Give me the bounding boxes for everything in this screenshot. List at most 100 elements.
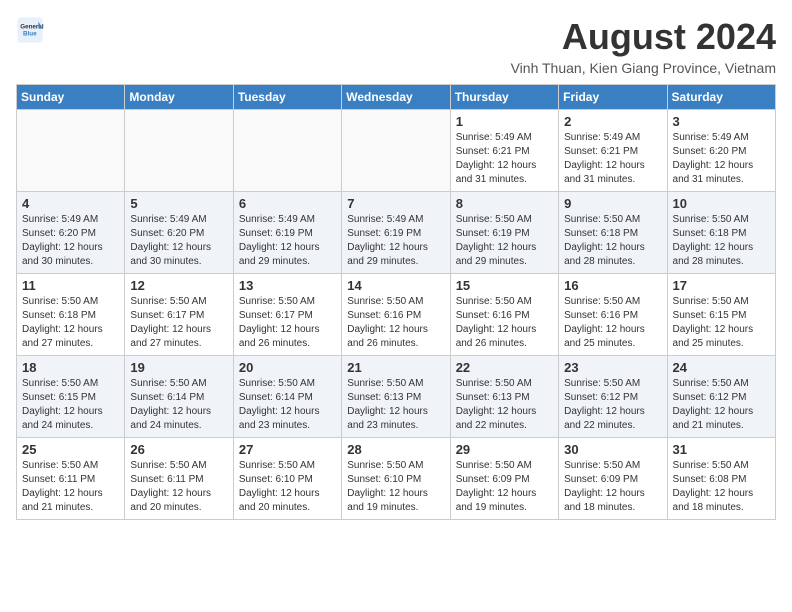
day-info: Sunrise: 5:50 AM Sunset: 6:11 PM Dayligh… [22,459,119,515]
day-info: Sunrise: 5:50 AM Sunset: 6:16 PM Dayligh… [564,295,661,351]
table-row: 31Sunrise: 5:50 AM Sunset: 6:08 PM Dayli… [667,438,775,520]
day-info: Sunrise: 5:50 AM Sunset: 6:17 PM Dayligh… [239,295,336,351]
col-monday: Monday [125,85,233,110]
day-number: 31 [673,442,770,457]
col-thursday: Thursday [450,85,558,110]
col-wednesday: Wednesday [342,85,450,110]
day-info: Sunrise: 5:50 AM Sunset: 6:11 PM Dayligh… [130,459,227,515]
day-number: 27 [239,442,336,457]
day-number: 6 [239,196,336,211]
day-info: Sunrise: 5:50 AM Sunset: 6:12 PM Dayligh… [564,377,661,433]
day-info: Sunrise: 5:50 AM Sunset: 6:09 PM Dayligh… [456,459,553,515]
table-row: 6 Sunrise: 5:49 AM Sunset: 6:19 PM Daylig… [233,192,341,274]
day-info: Sunrise: 5:50 AM Sunset: 6:12 PM Dayligh… [673,377,770,433]
day-number: 16 [564,278,661,293]
day-number: 2 [564,114,661,129]
table-row: 4 Sunrise: 5:49 AM Sunset: 6:20 PM Daylig… [17,192,125,274]
day-number: 10 [673,196,770,211]
col-tuesday: Tuesday [233,85,341,110]
day-info: Sunrise: 5:49 AM Sunset: 6:20 PM Dayligh… [130,213,227,269]
table-row: 13Sunrise: 5:50 AM Sunset: 6:17 PM Dayli… [233,274,341,356]
day-info: Sunrise: 5:49 AM Sunset: 6:21 PM Dayligh… [456,131,553,187]
col-saturday: Saturday [667,85,775,110]
table-row [125,110,233,192]
day-info: Sunrise: 5:50 AM Sunset: 6:19 PM Dayligh… [456,213,553,269]
day-number: 5 [130,196,227,211]
day-number: 23 [564,360,661,375]
month-year: August 2024 [511,16,776,58]
day-info: Sunrise: 5:49 AM Sunset: 6:19 PM Dayligh… [347,213,444,269]
day-number: 7 [347,196,444,211]
day-info: Sunrise: 5:49 AM Sunset: 6:20 PM Dayligh… [673,131,770,187]
calendar-week-row: 25 Sunrise: 5:50 AM Sunset: 6:11 PM Dayli… [17,438,776,520]
day-number: 25 [22,442,119,457]
table-row: 26Sunrise: 5:50 AM Sunset: 6:11 PM Dayli… [125,438,233,520]
day-info: Sunrise: 5:50 AM Sunset: 6:15 PM Dayligh… [673,295,770,351]
page-header: General Blue August 2024 Vinh Thuan, Kie… [16,16,776,76]
table-row: 12 Sunrise: 5:50 AM Sunset: 6:17 PM Dayli… [125,274,233,356]
table-row: 2 Sunrise: 5:49 AM Sunset: 6:21 PM Daylig… [559,110,667,192]
day-number: 21 [347,360,444,375]
location: Vinh Thuan, Kien Giang Province, Vietnam [511,60,776,76]
day-info: Sunrise: 5:50 AM Sunset: 6:18 PM Dayligh… [564,213,661,269]
table-row: 10 Sunrise: 5:50 AM Sunset: 6:18 PM Dayli… [667,192,775,274]
day-info: Sunrise: 5:50 AM Sunset: 6:18 PM Dayligh… [673,213,770,269]
table-row: 5 Sunrise: 5:49 AM Sunset: 6:20 PM Daylig… [125,192,233,274]
day-number: 24 [673,360,770,375]
calendar-header-row: Sunday Monday Tuesday Wednesday Thursday… [17,85,776,110]
day-number: 9 [564,196,661,211]
table-row: 29 Sunrise: 5:50 AM Sunset: 6:09 PM Dayli… [450,438,558,520]
col-friday: Friday [559,85,667,110]
table-row: 19Sunrise: 5:50 AM Sunset: 6:14 PM Dayli… [125,356,233,438]
day-number: 11 [22,278,119,293]
day-number: 12 [130,278,227,293]
calendar-table: Sunday Monday Tuesday Wednesday Thursday… [16,84,776,520]
table-row: 9 Sunrise: 5:50 AM Sunset: 6:18 PM Daylig… [559,192,667,274]
table-row: 3 Sunrise: 5:49 AM Sunset: 6:20 PM Daylig… [667,110,775,192]
table-row: 7 Sunrise: 5:49 AM Sunset: 6:19 PM Daylig… [342,192,450,274]
day-info: Sunrise: 5:50 AM Sunset: 6:13 PM Dayligh… [456,377,553,433]
table-row: 25 Sunrise: 5:50 AM Sunset: 6:11 PM Dayli… [17,438,125,520]
day-number: 1 [456,114,553,129]
calendar-week-row: 18 Sunrise: 5:50 AM Sunset: 6:15 PM Dayli… [17,356,776,438]
day-number: 18 [22,360,119,375]
day-number: 29 [456,442,553,457]
table-row: 27 Sunrise: 5:50 AM Sunset: 6:10 PM Dayli… [233,438,341,520]
table-row: 18 Sunrise: 5:50 AM Sunset: 6:15 PM Dayli… [17,356,125,438]
day-number: 15 [456,278,553,293]
day-info: Sunrise: 5:50 AM Sunset: 6:17 PM Dayligh… [130,295,227,351]
day-info: Sunrise: 5:50 AM Sunset: 6:16 PM Dayligh… [456,295,553,351]
day-info: Sunrise: 5:49 AM Sunset: 6:21 PM Dayligh… [564,131,661,187]
day-info: Sunrise: 5:49 AM Sunset: 6:20 PM Dayligh… [22,213,119,269]
day-info: Sunrise: 5:50 AM Sunset: 6:10 PM Dayligh… [239,459,336,515]
day-number: 4 [22,196,119,211]
day-number: 20 [239,360,336,375]
day-number: 28 [347,442,444,457]
day-info: Sunrise: 5:50 AM Sunset: 6:15 PM Dayligh… [22,377,119,433]
table-row: 1 Sunrise: 5:49 AM Sunset: 6:21 PM Daylig… [450,110,558,192]
table-row: 11Sunrise: 5:50 AM Sunset: 6:18 PM Dayli… [17,274,125,356]
table-row: 20Sunrise: 5:50 AM Sunset: 6:14 PM Dayli… [233,356,341,438]
svg-text:Blue: Blue [23,31,37,38]
col-sunday: Sunday [17,85,125,110]
table-row: 17Sunrise: 5:50 AM Sunset: 6:15 PM Dayli… [667,274,775,356]
table-row: 8 Sunrise: 5:50 AM Sunset: 6:19 PM Daylig… [450,192,558,274]
table-row: 28 Sunrise: 5:50 AM Sunset: 6:10 PM Dayli… [342,438,450,520]
day-number: 22 [456,360,553,375]
day-number: 3 [673,114,770,129]
table-row [342,110,450,192]
day-info: Sunrise: 5:49 AM Sunset: 6:19 PM Dayligh… [239,213,336,269]
day-info: Sunrise: 5:50 AM Sunset: 6:09 PM Dayligh… [564,459,661,515]
calendar-week-row: 4 Sunrise: 5:49 AM Sunset: 6:20 PM Daylig… [17,192,776,274]
table-row [233,110,341,192]
day-number: 19 [130,360,227,375]
logo: General Blue [16,16,44,44]
calendar-week-row: 11Sunrise: 5:50 AM Sunset: 6:18 PM Dayli… [17,274,776,356]
day-number: 8 [456,196,553,211]
table-row: 23 Sunrise: 5:50 AM Sunset: 6:12 PM Dayli… [559,356,667,438]
day-info: Sunrise: 5:50 AM Sunset: 6:13 PM Dayligh… [347,377,444,433]
logo-icon: General Blue [16,16,44,44]
day-info: Sunrise: 5:50 AM Sunset: 6:16 PM Dayligh… [347,295,444,351]
table-row: 24 Sunrise: 5:50 AM Sunset: 6:12 PM Dayli… [667,356,775,438]
day-info: Sunrise: 5:50 AM Sunset: 6:10 PM Dayligh… [347,459,444,515]
